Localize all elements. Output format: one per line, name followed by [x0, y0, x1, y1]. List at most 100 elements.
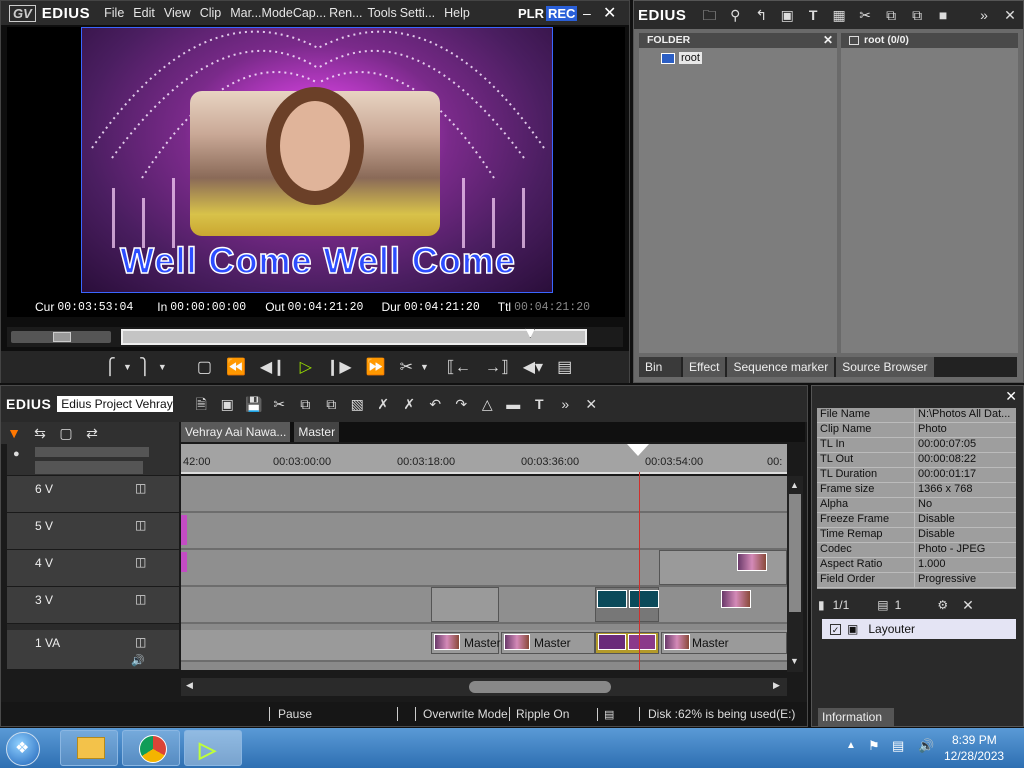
add-clip-icon[interactable]: ▣ — [779, 8, 795, 22]
delete-effect-icon[interactable]: ✕ — [962, 597, 974, 614]
taskbar-chrome[interactable] — [122, 730, 180, 766]
track-lock-icon[interactable]: ◫ — [135, 592, 146, 606]
insert-icon[interactable]: ◀▾ — [523, 357, 543, 377]
set-out-icon[interactable]: ⎫ — [139, 357, 151, 377]
play-icon[interactable]: ▷ — [300, 357, 312, 377]
delete-icon[interactable]: ✗ — [375, 397, 391, 411]
folder-close-icon[interactable]: ✕ — [823, 33, 833, 48]
track-lock-icon[interactable]: ◫ — [135, 635, 146, 649]
group-icon[interactable]: ▬ — [505, 397, 521, 411]
track-header-6v[interactable]: 6 V ◫ — [7, 476, 179, 513]
title-icon[interactable]: T — [531, 397, 547, 411]
track-lock-icon[interactable]: ◫ — [135, 481, 146, 495]
folder-icon[interactable]: 🗀 — [701, 8, 717, 22]
menu-capture[interactable]: Cap... — [293, 6, 326, 20]
open-project-icon[interactable]: ▣ — [219, 397, 235, 411]
zoom-slider[interactable] — [35, 447, 149, 457]
replace-icon[interactable]: ▧ — [349, 397, 365, 411]
track-header-4v[interactable]: 4 V ◫ — [7, 550, 179, 587]
speaker-icon[interactable]: 🔊 — [131, 654, 145, 667]
track-lock-icon[interactable]: ◫ — [135, 518, 146, 532]
menu-mode[interactable]: Mode — [262, 6, 293, 20]
layouter-row[interactable]: ✓ ▣ Layouter — [822, 619, 1016, 639]
rewind-icon[interactable]: ⏪ — [226, 357, 246, 377]
clip[interactable]: Master — [501, 632, 595, 654]
track-lock-icon[interactable]: ◫ — [135, 555, 146, 569]
timeline-playhead-marker[interactable] — [627, 444, 649, 456]
tray-arrow-icon[interactable]: ▲ — [846, 740, 856, 751]
menu-view[interactable]: View — [164, 6, 191, 20]
plr-button[interactable]: PLR — [518, 6, 544, 21]
fast-forward-icon[interactable]: ⏩ — [366, 357, 386, 377]
cut-icon[interactable]: ✂ — [857, 8, 873, 22]
clip-thumbnail[interactable] — [597, 590, 627, 608]
tab-bin[interactable]: Bin — [639, 357, 681, 377]
new-sequence-icon[interactable]: 🗎 — [193, 397, 209, 411]
clip[interactable] — [595, 632, 659, 654]
paste-icon[interactable]: ⧉ — [909, 8, 925, 22]
stop-icon[interactable]: ▢ — [197, 357, 212, 377]
clip[interactable]: Master — [661, 632, 787, 654]
loop-icon[interactable]: ✂ — [400, 357, 413, 377]
taskbar-file-explorer[interactable] — [60, 730, 118, 766]
clip-thumbnail[interactable] — [629, 590, 659, 608]
menu-help[interactable]: Help — [444, 6, 470, 20]
menu-edit[interactable]: Edit — [133, 6, 155, 20]
scroll-down-icon[interactable]: ▼ — [790, 656, 799, 666]
scroll-thumb[interactable] — [789, 494, 801, 612]
track-6v[interactable] — [181, 476, 787, 513]
dropdown-icon[interactable]: ▼ — [158, 362, 167, 372]
clip-thumbnail[interactable] — [737, 553, 767, 571]
match-frame-out-icon[interactable]: →⟧ — [485, 357, 509, 377]
step-back-icon[interactable]: ◀❙ — [260, 357, 286, 377]
taskbar-edius[interactable]: ▷ — [184, 730, 242, 766]
save-icon[interactable]: 💾 — [245, 397, 262, 411]
paste-icon[interactable]: ⧉ — [323, 397, 339, 411]
track-header-5v[interactable]: 5 V ◫ — [7, 513, 179, 550]
start-button[interactable]: ❖ — [6, 732, 40, 766]
copy-icon[interactable]: ⧉ — [883, 8, 899, 22]
timescale-select[interactable] — [35, 461, 143, 474]
clock-date[interactable]: 12/28/2023 — [944, 749, 1004, 763]
minimize-icon[interactable]: – — [583, 5, 591, 21]
ripple-delete-icon[interactable]: ✗ — [401, 397, 417, 411]
scroll-up-icon[interactable]: ▲ — [790, 480, 799, 490]
copy-icon[interactable]: ⧉ — [297, 397, 313, 411]
menu-settings[interactable]: Setti... — [400, 6, 435, 20]
track-3v[interactable] — [181, 587, 787, 624]
cut-icon[interactable]: ✂ — [271, 397, 287, 411]
tab-sequence[interactable]: Vehray Aai Nawa... — [181, 422, 291, 442]
clip[interactable]: Master — [431, 632, 501, 654]
sync-lock-icon[interactable]: ▼ — [6, 426, 22, 440]
color-bar-icon[interactable]: ▦ — [831, 8, 847, 22]
more-icon[interactable]: » — [976, 8, 992, 22]
more-icon[interactable]: » — [557, 397, 573, 411]
shuttle-handle[interactable] — [53, 332, 71, 342]
track-header-3v[interactable]: 3 V ◫ — [7, 587, 179, 624]
action-center-icon[interactable]: ⚑ — [868, 738, 880, 754]
info-close-icon[interactable]: ✕ — [1005, 388, 1017, 405]
menu-render[interactable]: Ren... — [329, 6, 362, 20]
tab-master[interactable]: Master — [294, 422, 340, 442]
clip-thumbnail[interactable] — [721, 590, 751, 608]
clock-time[interactable]: 8:39 PM — [952, 733, 997, 747]
clip-edge[interactable] — [181, 552, 187, 572]
search-icon[interactable]: ⚲ — [727, 8, 743, 22]
network-icon[interactable]: ▤ — [892, 738, 904, 754]
menu-clip[interactable]: Clip — [200, 6, 222, 20]
checkbox[interactable]: ✓ — [830, 623, 841, 635]
undo-icon[interactable]: ↶ — [427, 397, 443, 411]
timeline-ruler[interactable]: 42:00 00:03:00:00 00:03:18:00 00:03:36:0… — [181, 444, 787, 474]
scroll-thumb[interactable] — [469, 681, 611, 693]
tab-sequence-marker[interactable]: Sequence marker — [727, 357, 835, 377]
link-icon[interactable]: ⇄ — [84, 426, 100, 440]
set-in-icon[interactable]: ⎧ — [104, 357, 116, 377]
horizontal-scrollbar[interactable]: ◀ ▶ — [181, 678, 787, 696]
ripple-mode-icon[interactable]: ⇆ — [32, 426, 48, 440]
clip[interactable] — [659, 550, 787, 585]
tab-effect[interactable]: Effect — [683, 357, 726, 377]
close-icon[interactable]: ✕ — [603, 3, 616, 23]
timeline-close-icon[interactable]: ✕ — [583, 397, 599, 411]
effect-settings-icon[interactable]: ⚙ — [937, 598, 948, 612]
redo-icon[interactable]: ↷ — [453, 397, 469, 411]
